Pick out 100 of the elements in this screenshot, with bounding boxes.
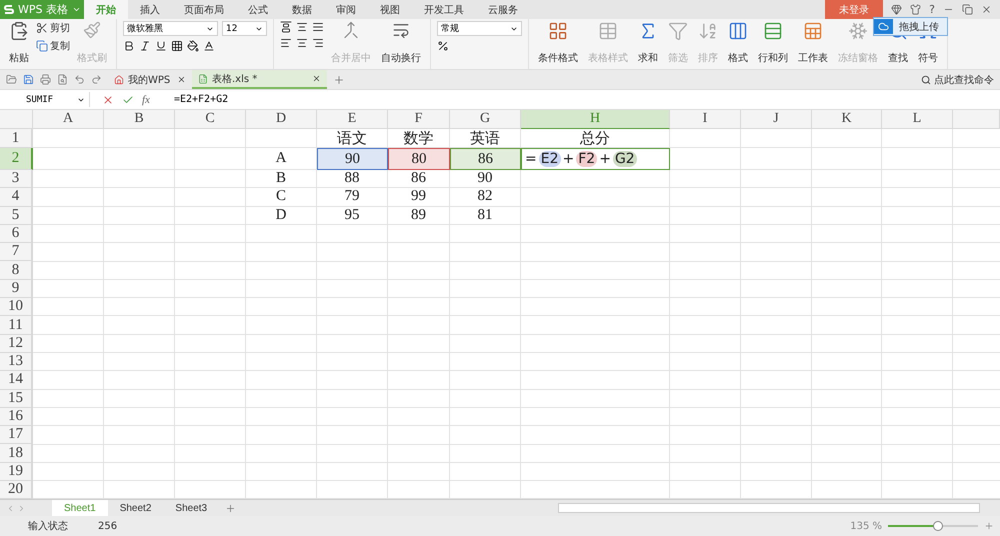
document-tab[interactable]: 表格.xls * bbox=[192, 70, 327, 89]
row-header[interactable]: 17 bbox=[0, 426, 33, 444]
column-header[interactable]: C bbox=[175, 110, 246, 129]
underline-icon[interactable] bbox=[155, 40, 167, 52]
ribbon-button[interactable]: 工作表 bbox=[798, 51, 828, 65]
command-search[interactable]: 点此查找命令 bbox=[921, 70, 1000, 89]
align-left-icon[interactable] bbox=[280, 37, 292, 49]
column-header[interactable]: A bbox=[33, 110, 104, 129]
row-header[interactable]: 16 bbox=[0, 408, 33, 426]
ribbon-tab[interactable]: 审阅 bbox=[324, 0, 368, 19]
row-header[interactable]: 11 bbox=[0, 316, 33, 335]
row-header[interactable]: 6 bbox=[0, 224, 33, 244]
copy-icon[interactable] bbox=[36, 40, 48, 52]
column-header[interactable]: D bbox=[246, 110, 317, 129]
font-size-field[interactable]: 12 bbox=[222, 21, 267, 36]
row-header[interactable]: 1 bbox=[0, 129, 33, 148]
row-header[interactable]: 12 bbox=[0, 334, 33, 353]
column-header[interactable]: I bbox=[670, 110, 741, 129]
border-icon[interactable] bbox=[171, 40, 183, 52]
align-top-icon[interactable] bbox=[280, 21, 292, 33]
upload-tooltip[interactable]: 拖拽上传 bbox=[873, 17, 948, 36]
scissors-icon[interactable] bbox=[36, 22, 48, 34]
shirt-icon[interactable] bbox=[910, 4, 922, 15]
close-icon[interactable] bbox=[981, 4, 992, 15]
save-icon[interactable] bbox=[23, 74, 34, 85]
sheet-tab[interactable]: Sheet3 bbox=[163, 500, 220, 516]
column-header[interactable]: L bbox=[882, 110, 953, 129]
preview-icon[interactable] bbox=[57, 74, 68, 85]
formula-cell[interactable]: = E2 + F2 + G2 bbox=[521, 148, 670, 170]
redo-icon[interactable] bbox=[91, 74, 102, 85]
undo-icon[interactable] bbox=[74, 74, 85, 85]
ribbon-button[interactable]: 求和 bbox=[638, 51, 658, 65]
column-header[interactable]: K bbox=[812, 110, 882, 129]
new-tab-icon[interactable] bbox=[333, 74, 345, 86]
print-icon[interactable] bbox=[40, 74, 51, 85]
ribbon-button[interactable]: 行和列 bbox=[758, 51, 788, 65]
number-format-field[interactable]: 常规 bbox=[437, 21, 522, 36]
help-button[interactable]: ? bbox=[929, 3, 935, 16]
row-header[interactable]: 14 bbox=[0, 371, 33, 390]
close-icon[interactable] bbox=[312, 74, 321, 83]
bold-icon[interactable] bbox=[123, 40, 135, 52]
ribbon-button[interactable]: 格式 bbox=[728, 51, 748, 65]
wrap-text-button[interactable]: 自动换行 bbox=[381, 51, 421, 65]
restore-icon[interactable] bbox=[962, 4, 973, 15]
cancel-icon[interactable] bbox=[102, 94, 114, 106]
row-header[interactable]: 8 bbox=[0, 261, 33, 280]
row-header[interactable]: 7 bbox=[0, 243, 33, 262]
row-header[interactable]: 3 bbox=[0, 170, 33, 188]
font-color-icon[interactable] bbox=[203, 40, 215, 52]
ribbon-button[interactable]: 查找 bbox=[888, 51, 908, 65]
horizontal-scrollbar[interactable] bbox=[558, 503, 980, 514]
column-header[interactable]: J bbox=[741, 110, 812, 129]
function-button[interactable]: fx bbox=[142, 94, 150, 106]
ribbon-tab[interactable]: 插入 bbox=[128, 0, 172, 19]
row-header[interactable]: 10 bbox=[0, 298, 33, 316]
brush-icon[interactable] bbox=[83, 21, 101, 39]
spreadsheet-icon[interactable] bbox=[198, 74, 208, 84]
row-header[interactable]: 20 bbox=[0, 481, 33, 500]
ribbon-tab[interactable]: 开发工具 bbox=[412, 0, 476, 19]
ribbon-tab[interactable]: 公式 bbox=[236, 0, 280, 19]
open-icon[interactable] bbox=[6, 74, 17, 85]
cut-button[interactable]: 剪切 bbox=[50, 21, 70, 35]
row-header[interactable]: 13 bbox=[0, 352, 33, 372]
row-header[interactable]: 9 bbox=[0, 280, 33, 298]
paste-button[interactable]: 粘贴 bbox=[9, 51, 29, 65]
ribbon-tab[interactable]: 云服务 bbox=[476, 0, 530, 19]
zoom-in-icon[interactable] bbox=[984, 521, 994, 532]
column-header[interactable]: E bbox=[317, 110, 388, 129]
add-sheet-icon[interactable] bbox=[225, 502, 236, 514]
close-icon[interactable] bbox=[177, 75, 186, 84]
confirm-icon[interactable] bbox=[122, 94, 134, 106]
row-header[interactable]: 18 bbox=[0, 444, 33, 463]
formula-field[interactable]: =E2+F2+G2 bbox=[162, 94, 228, 105]
row-header[interactable]: 19 bbox=[0, 462, 33, 482]
column-header[interactable]: G bbox=[450, 110, 521, 129]
document-tab[interactable]: 我的WPS bbox=[108, 70, 192, 89]
sheet-tab[interactable]: Sheet1 bbox=[52, 500, 108, 516]
font-name-field[interactable]: 微软雅黑 bbox=[123, 21, 218, 36]
column-header[interactable]: F bbox=[388, 110, 450, 129]
sheet-icon[interactable] bbox=[803, 21, 823, 41]
paste-icon[interactable] bbox=[9, 21, 29, 41]
copy-button[interactable]: 复制 bbox=[50, 39, 70, 53]
ribbon-tab[interactable]: 页面布局 bbox=[172, 0, 236, 19]
row-header[interactable]: 4 bbox=[0, 188, 33, 207]
ribbon-button[interactable]: 条件格式 bbox=[538, 51, 578, 65]
column-header[interactable]: B bbox=[104, 110, 175, 129]
merge-icon[interactable] bbox=[342, 21, 360, 39]
grid-icon[interactable] bbox=[548, 21, 568, 41]
grid-icon[interactable] bbox=[728, 21, 748, 41]
rows-icon[interactable] bbox=[763, 21, 783, 41]
percent-icon[interactable] bbox=[437, 40, 449, 52]
row-header[interactable]: 5 bbox=[0, 206, 33, 225]
wrap-icon[interactable] bbox=[392, 21, 410, 39]
name-box[interactable]: SUMIF bbox=[0, 92, 90, 107]
align-right-icon[interactable] bbox=[312, 37, 324, 49]
italic-icon[interactable] bbox=[139, 40, 151, 52]
fill-color-icon[interactable] bbox=[187, 40, 199, 52]
home-icon[interactable] bbox=[114, 74, 124, 84]
zoom-thumb[interactable] bbox=[932, 521, 942, 532]
ribbon-button[interactable]: 符号 bbox=[918, 51, 938, 65]
